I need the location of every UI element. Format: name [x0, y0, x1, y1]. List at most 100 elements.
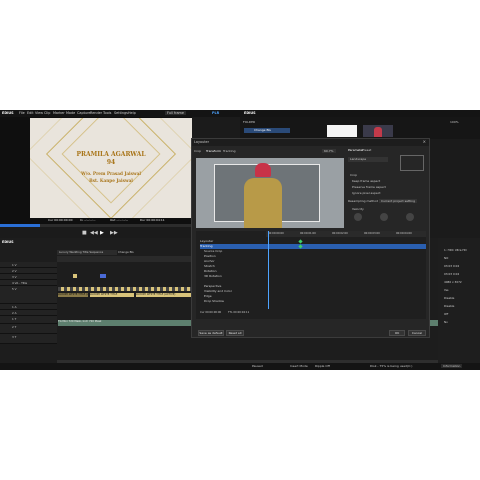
sequence-tab-label: Luxury Wedding Title Sequence	[59, 250, 104, 254]
menu-file[interactable]: File	[19, 111, 25, 115]
dialog-preview	[196, 158, 344, 228]
keyframe-panel: 00:00:00:00 00:00:01:00 00:00:02:00 00:0…	[196, 231, 426, 319]
info-row: 03:03 0:02	[444, 272, 460, 276]
info-row: Off	[444, 312, 449, 316]
menu-render[interactable]: Render	[90, 111, 102, 115]
tree-item[interactable]: 3D Rotation	[204, 274, 222, 279]
crop-label: Crop	[350, 173, 358, 177]
velocity-knob-2[interactable]	[380, 213, 388, 221]
player-scrub-progress	[0, 224, 40, 227]
tab-transform[interactable]: Transform	[206, 149, 221, 153]
track-label: 1 V	[12, 263, 17, 267]
menu-capture[interactable]: Capture	[77, 111, 90, 115]
timeline-clip-1[interactable]: LUXURY WHITE TITLE	[90, 293, 134, 297]
sequence-clip-label: Change BG	[118, 250, 134, 254]
layouter-dialog: Layouter × Crop Transform Tracking 60.7%…	[191, 138, 430, 338]
timeline-ruler[interactable]	[57, 256, 191, 262]
bin-zoom: 100%	[450, 120, 459, 124]
anchor-grid[interactable]	[400, 155, 424, 171]
preset-select[interactable]: Landscape	[348, 157, 388, 162]
timeline-marker-b[interactable]	[100, 274, 106, 278]
tree-item-selected[interactable]: Tracking	[200, 244, 426, 249]
dialog-titlebar: Layouter ×	[192, 139, 429, 146]
resample-select[interactable]: Current project setting	[379, 199, 417, 203]
play-icon[interactable]: ▶	[100, 230, 104, 236]
timeline-clip-3[interactable]: LUXURY WHITE TITLE (ACTIVE)	[58, 293, 88, 297]
track-label: 3 V	[12, 275, 17, 279]
plr-toggle[interactable]: PLR	[212, 111, 219, 115]
menu-clip[interactable]: Clip	[44, 111, 50, 115]
information-panel: 1: HDC Ultra HD NO 03:03 0:02 03:03 0:02…	[438, 238, 480, 368]
option-preserve-aspect[interactable]: Preserve frame aspect	[352, 185, 386, 189]
timeline-clip-2[interactable]: LUXURY WHITE TITLE (ACTIVE)	[136, 293, 191, 297]
tab-tracking[interactable]: Tracking	[223, 149, 236, 153]
sequence-tab[interactable]: Luxury Wedding Title Sequence	[57, 250, 117, 255]
information-tab[interactable]: Information	[441, 364, 463, 368]
close-icon[interactable]: ×	[423, 139, 426, 144]
tree-item[interactable]: Drop Shadow	[204, 299, 224, 304]
ruler-time-3: 00:00:03:00	[364, 232, 380, 235]
bin-folder-item[interactable]: Change BG	[244, 128, 290, 133]
info-row: NO	[444, 256, 449, 260]
track-1t[interactable]: 1 T	[0, 316, 57, 324]
bin-folder-label: FOLDER	[243, 120, 256, 124]
cancel-button[interactable]: Cancel	[408, 330, 426, 336]
info-row: 03:03 0:02	[444, 264, 460, 268]
preset-select[interactable]: Full frame	[165, 111, 186, 115]
info-row: Yes	[444, 288, 449, 292]
status-disk: Disk - 75% is being used(C:)	[370, 364, 413, 368]
bin-clip-thumb-2[interactable]	[363, 125, 393, 137]
save-default-button[interactable]: Save as default	[198, 330, 224, 336]
track-label: 5 V	[12, 287, 17, 291]
menu-edit[interactable]: Edit	[27, 111, 34, 115]
track-2t[interactable]: 2 T	[0, 324, 57, 334]
info-row: Nv	[444, 320, 448, 324]
menu-settings[interactable]: Settings	[114, 111, 128, 115]
timeline-marker-a[interactable]	[73, 274, 77, 278]
timeline-strip	[58, 287, 191, 291]
dialog-title: Layouter	[194, 140, 210, 144]
playhead[interactable]	[268, 231, 269, 309]
keyframe-cur-timecode: Cur 00:00:00:00	[200, 311, 222, 314]
track-5v[interactable]: 5 V	[0, 286, 57, 304]
ruler-time-4: 00:00:04:00	[396, 232, 412, 235]
title-age: 94	[106, 159, 116, 166]
keyframe-ttl-timecode: TTL 00:00:04:11	[228, 311, 250, 314]
option-keep-aspect[interactable]: Keep frame aspect	[352, 179, 380, 183]
player-transport: ▶ ◀◀ ▶▶ ■	[30, 230, 192, 238]
velocity-knob-3[interactable]	[406, 213, 414, 221]
velocity-knob-1[interactable]	[354, 213, 362, 221]
ok-button[interactable]: OK	[389, 330, 405, 336]
ruler-time-1: 00:00:01:00	[300, 232, 316, 235]
tab-crop[interactable]: Crop	[194, 149, 201, 153]
track-3t[interactable]: 3 T	[0, 334, 57, 344]
menu-bar: EDIUS File Edit View Clip Marker Mode Ca…	[0, 110, 480, 117]
menu-marker[interactable]: Marker	[53, 111, 65, 115]
stop-icon[interactable]: ■	[82, 230, 87, 236]
tab-preset[interactable]: Preset	[362, 148, 371, 152]
resample-label: Resampling method	[348, 199, 379, 203]
track-label: 2 T	[12, 325, 17, 329]
title-name: PRAMILA AGARWAL	[76, 151, 146, 158]
bin-clip-thumb-1[interactable]	[327, 125, 357, 137]
menu-tools[interactable]: Tools	[103, 111, 111, 115]
dialog-toolbar: Crop Transform Tracking 60.7%	[192, 148, 336, 154]
option-ignore-pixel[interactable]: Ignore pixel aspect	[352, 191, 381, 195]
menu-mode[interactable]: Mode	[66, 111, 75, 115]
rewind-icon[interactable]: ◀◀	[90, 230, 98, 236]
bin-folder-item-label: Change BG	[254, 128, 271, 132]
status-insert: Insert Mode	[290, 364, 308, 368]
decor-frame-outer	[30, 118, 192, 218]
track-label: 4 VA - Title	[12, 281, 28, 285]
menu-help[interactable]: Help	[128, 111, 136, 115]
keyframe-ruler[interactable]: 00:00:00:00 00:00:01:00 00:00:02:00 00:0…	[266, 231, 426, 237]
zoom-select[interactable]: 60.7%	[322, 149, 336, 153]
forward-icon[interactable]: ▶▶	[110, 230, 118, 236]
keyframe-marker[interactable]	[298, 239, 303, 244]
info-row: Disable	[444, 304, 455, 308]
reset-all-button[interactable]: Reset all	[226, 330, 244, 336]
menu-view[interactable]: View	[35, 111, 43, 115]
track-label: 2 A	[12, 311, 17, 315]
track-label: 3 T	[12, 335, 17, 339]
info-row: 1: HDC Ultra HD	[444, 248, 467, 252]
